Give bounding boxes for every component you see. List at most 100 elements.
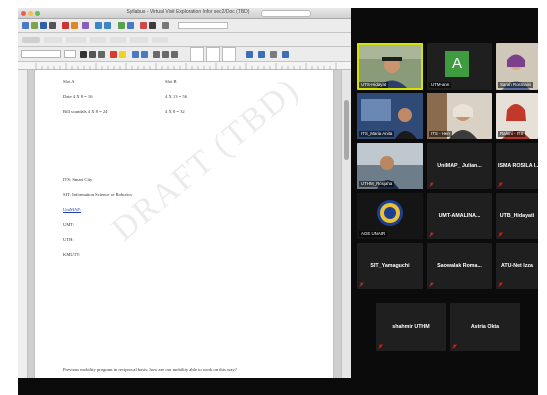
participant-name: Sarah Rosmaini xyxy=(498,82,534,88)
vertical-ruler[interactable] xyxy=(18,70,28,378)
participant-tile[interactable]: UniMAP_ Julian... xyxy=(427,143,492,189)
participant-tile[interactable]: A UTM-ann xyxy=(427,43,492,90)
muted-mic-icon xyxy=(498,182,503,187)
participant-tile[interactable]: shahmir UTHM xyxy=(376,303,446,351)
style-no-spacing[interactable] xyxy=(206,47,220,62)
cut-icon[interactable] xyxy=(62,22,69,29)
document-page[interactable]: Slot A Slot B Date 4 X 8 = 16 4 X 13 = 5… xyxy=(34,70,334,378)
doc-line: UniMAP: xyxy=(63,207,82,212)
participant-tile[interactable]: ITS_Maria Anita xyxy=(357,93,423,139)
paragraph-marks-icon[interactable] xyxy=(149,22,156,29)
undo-icon[interactable] xyxy=(95,22,102,29)
participant-tile[interactable]: UTHM_Rosjaha xyxy=(357,143,423,189)
zoom-select[interactable] xyxy=(178,22,228,29)
align-center-icon[interactable] xyxy=(162,51,169,58)
underline-icon[interactable] xyxy=(98,51,105,58)
new-doc-icon[interactable] xyxy=(22,22,29,29)
format-painter-icon[interactable] xyxy=(82,22,89,29)
standard-toolbar xyxy=(18,19,351,33)
tab-charts[interactable] xyxy=(110,37,126,43)
word-title-bar: Syllabus - Virtual Visit Exploration Inf… xyxy=(18,8,351,19)
participant-tile[interactable]: Sarah Rosmaini xyxy=(496,43,538,90)
participant-name: shahmir UTHM xyxy=(392,324,430,330)
muted-mic-icon xyxy=(429,232,434,237)
participant-tile[interactable]: SIT_Yamaguchi xyxy=(357,243,423,289)
muted-mic-icon xyxy=(452,344,457,349)
tab-smartart[interactable] xyxy=(130,37,148,43)
tab-review[interactable] xyxy=(152,37,168,43)
participant-tile[interactable]: UTB_Hidayati xyxy=(496,193,538,239)
styles-pane-icon[interactable] xyxy=(246,51,253,58)
columns-icon[interactable] xyxy=(127,22,134,29)
save-icon[interactable] xyxy=(40,22,47,29)
tab-layout[interactable] xyxy=(44,37,62,43)
shared-screen-word-window: Syllabus - Virtual Visit Exploration Inf… xyxy=(18,8,351,378)
picture-icon[interactable] xyxy=(282,51,289,58)
paste-icon[interactable] xyxy=(71,22,78,29)
font-size-select[interactable] xyxy=(64,50,76,58)
style-normal[interactable] xyxy=(190,47,204,62)
participant-tile[interactable]: ITS - Hen xyxy=(427,93,492,139)
zoom-meeting-window: Syllabus - Virtual Visit Exploration Inf… xyxy=(18,8,538,395)
numbering-icon[interactable] xyxy=(141,51,148,58)
participant-tile[interactable]: Rahmi - ITS xyxy=(496,93,538,139)
participant-name: Rahmi - ITS xyxy=(498,131,526,137)
table-icon[interactable] xyxy=(118,22,125,29)
zoom-icon[interactable] xyxy=(162,22,169,29)
redo-icon[interactable] xyxy=(104,22,111,29)
ruler-ticks xyxy=(35,63,337,70)
draft-watermark: DRAFT (TBD) xyxy=(105,70,307,249)
text-box-icon[interactable] xyxy=(258,51,265,58)
muted-mic-icon xyxy=(498,232,503,237)
muted-mic-icon xyxy=(429,282,434,287)
minimize-window-icon[interactable] xyxy=(28,11,33,16)
home-ribbon-tabs xyxy=(18,33,351,47)
style-heading[interactable] xyxy=(222,47,236,62)
doc-line: ITS: Smart City xyxy=(63,177,93,182)
participant-tile[interactable]: AGE UNAIR xyxy=(357,193,423,239)
align-left-icon[interactable] xyxy=(153,51,160,58)
bold-icon[interactable] xyxy=(80,51,87,58)
search-document-input[interactable] xyxy=(261,10,311,17)
close-window-icon[interactable] xyxy=(21,11,26,16)
participant-avatar: A xyxy=(445,51,469,77)
participant-tile[interactable]: UTS-Hidayat xyxy=(357,43,423,90)
participant-tile[interactable]: UMT-AMALINA... xyxy=(427,193,492,239)
open-icon[interactable] xyxy=(31,22,38,29)
participant-name: Astria Okta xyxy=(470,324,500,330)
participant-tile[interactable]: ISMA ROSILA I... xyxy=(496,143,538,189)
italic-icon[interactable] xyxy=(89,51,96,58)
doc-line: Bill scandals 4 X 8 = 24 xyxy=(63,109,108,114)
participant-tile[interactable]: Astria Okta xyxy=(450,303,520,351)
participant-name: AGE UNAIR xyxy=(359,231,388,237)
participant-tile[interactable]: ATU-Net Izza xyxy=(496,243,538,289)
align-right-icon[interactable] xyxy=(171,51,178,58)
maximize-window-icon[interactable] xyxy=(35,11,40,16)
highlight-icon[interactable] xyxy=(119,51,126,58)
drawing-icon[interactable] xyxy=(140,22,147,29)
scrollbar-thumb[interactable] xyxy=(344,100,349,160)
print-icon[interactable] xyxy=(49,22,56,29)
participant-tile[interactable]: Saowalak Roma... xyxy=(427,243,492,289)
tab-tables[interactable] xyxy=(90,37,106,43)
vertical-scrollbar[interactable] xyxy=(341,70,351,378)
doc-line: SIT: Information Science or Robotics xyxy=(63,192,132,197)
shapes-icon[interactable] xyxy=(270,51,277,58)
participant-name: UTB_Hidayati xyxy=(499,213,535,219)
bullets-icon[interactable] xyxy=(132,51,139,58)
horizontal-ruler[interactable] xyxy=(18,62,351,70)
participant-name: Saowalak Roma... xyxy=(437,263,482,269)
muted-mic-icon xyxy=(378,344,383,349)
tab-home[interactable] xyxy=(22,37,40,43)
participant-name: ISMA ROSILA I... xyxy=(498,163,538,169)
document-canvas: Slot A Slot B Date 4 X 8 = 16 4 X 13 = 5… xyxy=(18,70,351,378)
participant-name: UniMAP_ Julian... xyxy=(437,163,482,169)
doc-line: Date 4 X 8 = 16 xyxy=(63,94,93,99)
participant-name: UTS-Hidayat xyxy=(359,82,389,88)
doc-line: UMT: xyxy=(63,222,75,227)
participant-name: ATU-Net Izza xyxy=(501,263,533,269)
font-name-select[interactable] xyxy=(21,50,61,58)
participant-name: ITS - Hen xyxy=(429,131,452,137)
font-color-icon[interactable] xyxy=(110,51,117,58)
tab-document-elements[interactable] xyxy=(66,37,86,43)
